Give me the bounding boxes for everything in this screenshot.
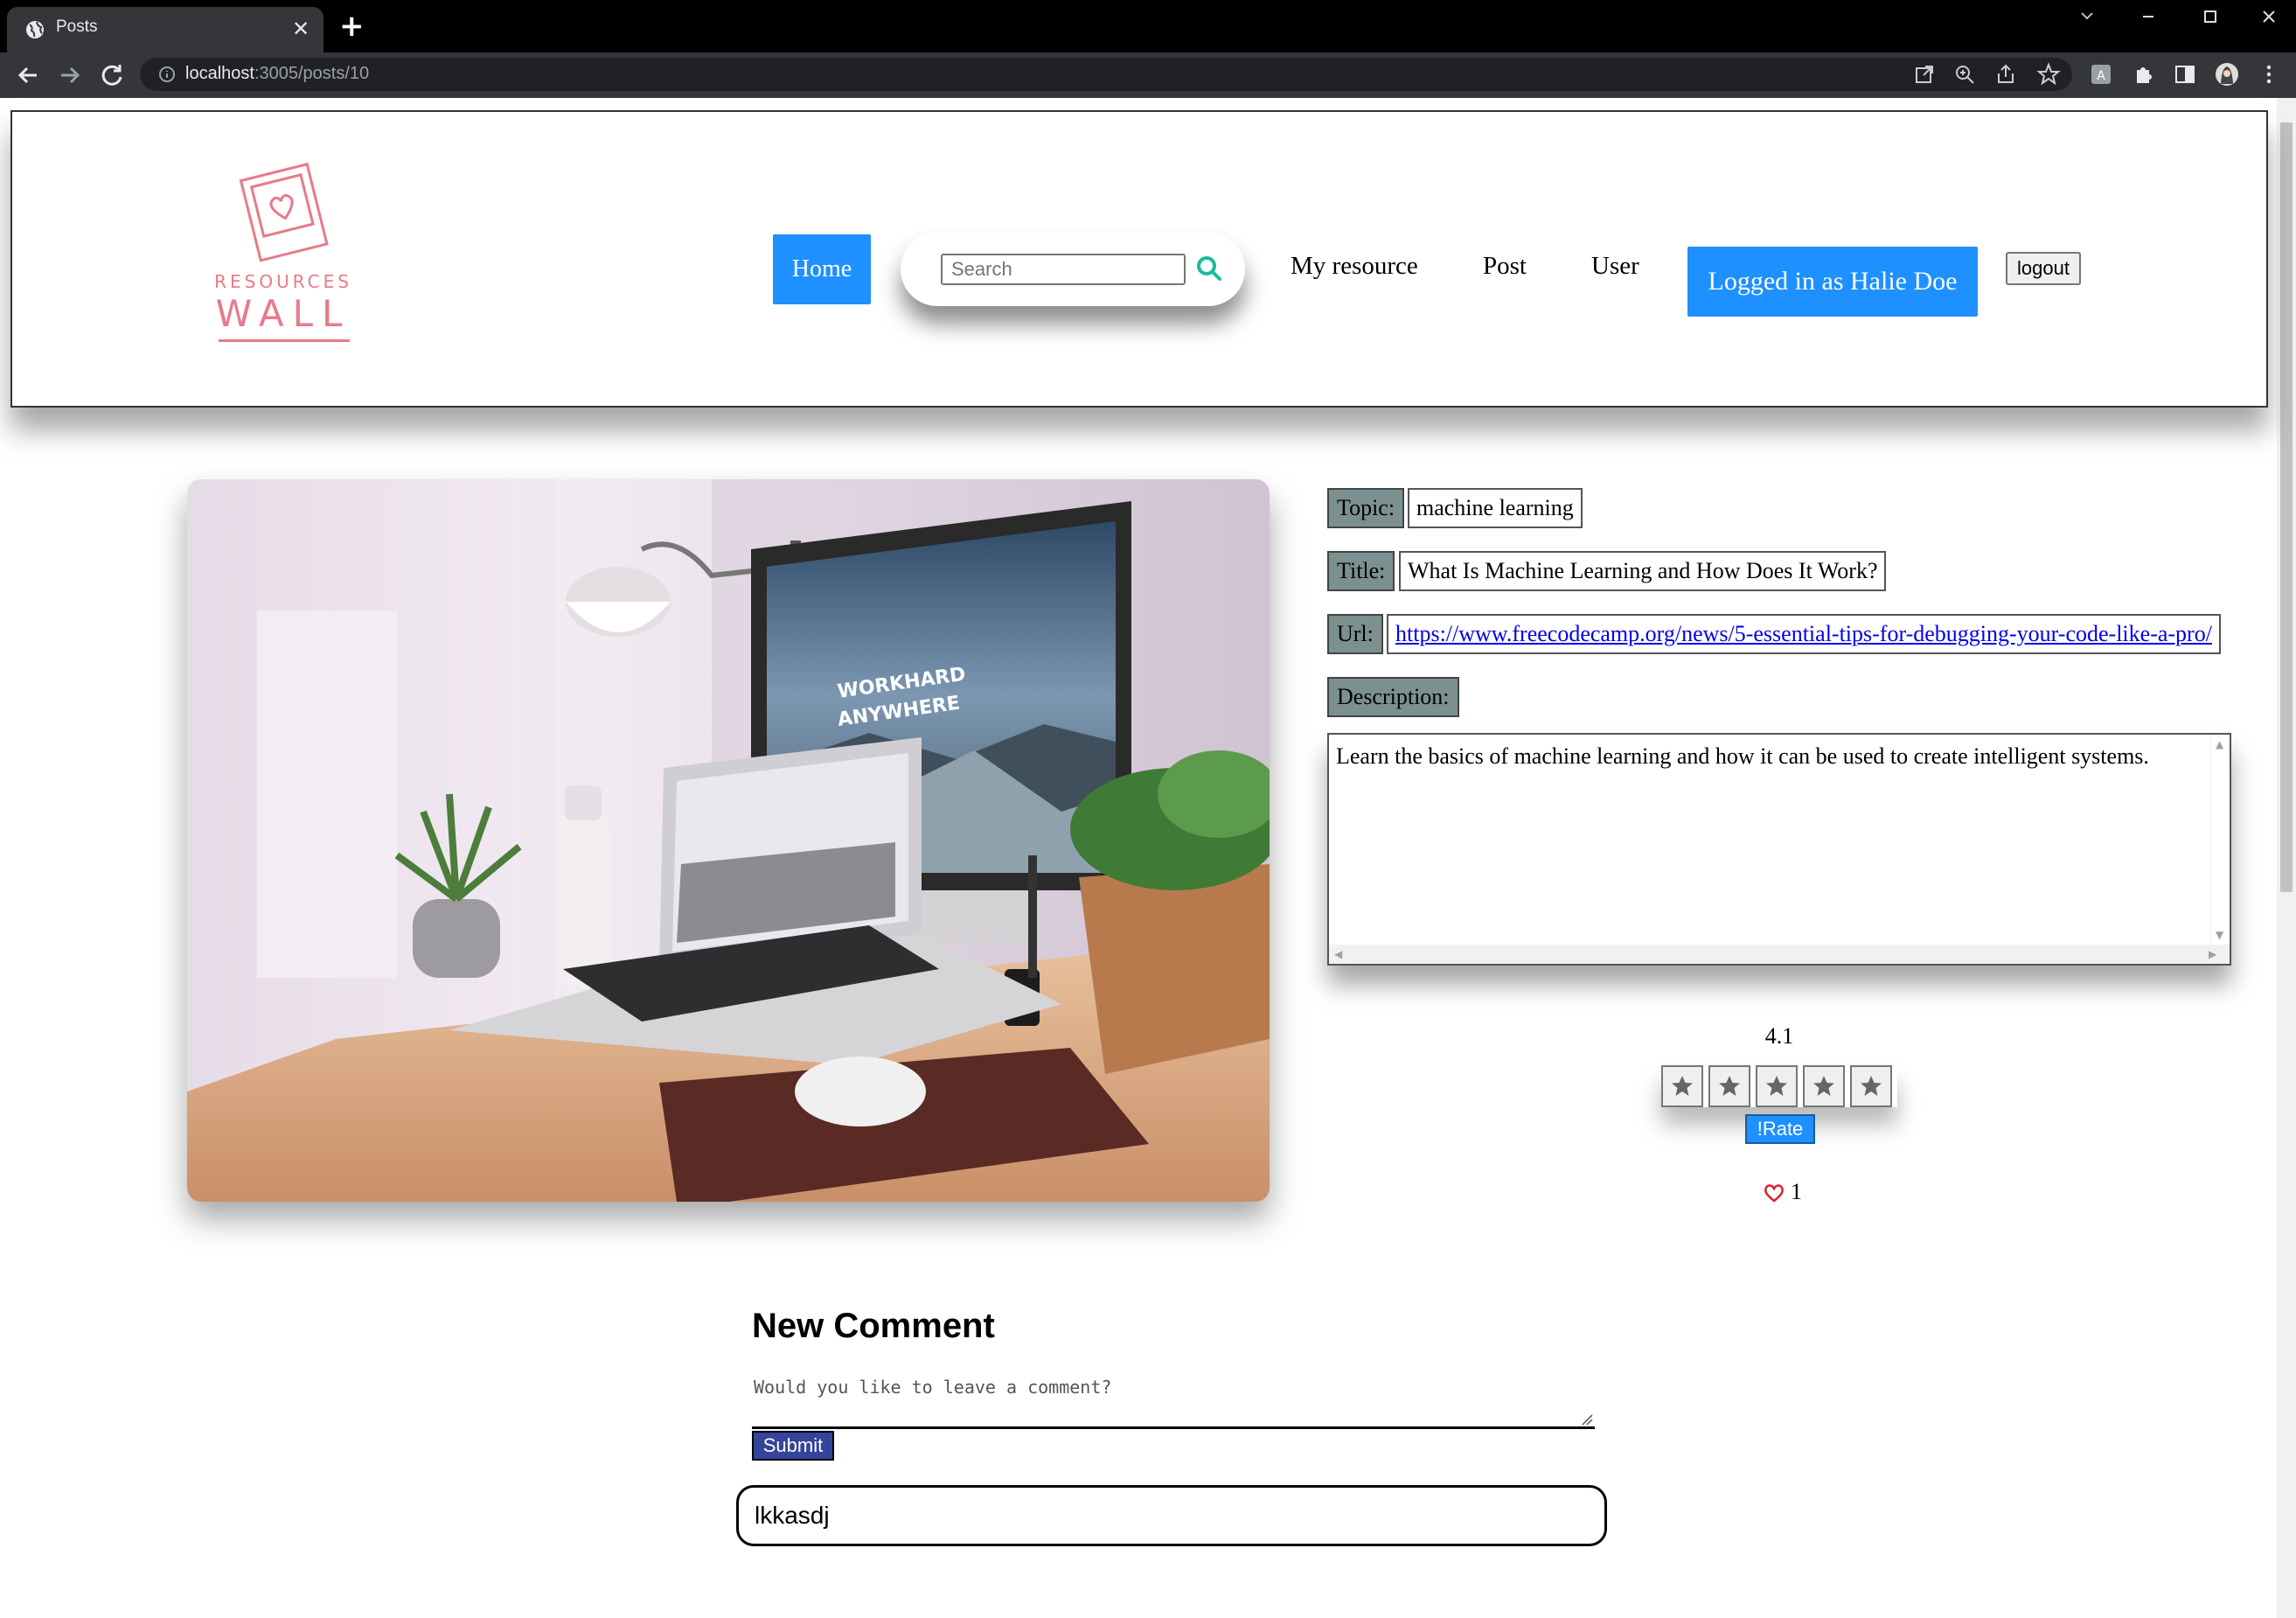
close-tab-icon[interactable]: ✕	[292, 16, 310, 42]
logo-frame-icon	[239, 162, 329, 262]
description-label: Description:	[1327, 677, 1459, 717]
workspace-photo: WORKHARD ANYWHERE	[187, 479, 1270, 1202]
scroll-right-icon[interactable]: ▶	[2209, 948, 2216, 960]
star-rating	[1661, 1065, 1897, 1107]
star-icon	[1719, 1076, 1740, 1096]
comment-textarea[interactable]	[752, 1370, 1595, 1429]
star-icon	[1672, 1076, 1693, 1096]
star-4-button[interactable]	[1803, 1065, 1845, 1107]
browser-tabstrip: Posts ✕ +	[0, 0, 2296, 52]
globe-icon	[26, 21, 44, 38]
url-label: Url:	[1327, 614, 1383, 654]
star-1-button[interactable]	[1661, 1065, 1703, 1107]
forward-icon[interactable]	[52, 58, 87, 93]
url-text: localhost:3005/posts/10	[185, 64, 370, 83]
logo-underline	[219, 339, 350, 342]
like-count: 1	[1791, 1179, 1802, 1204]
browser-tab[interactable]: Posts ✕	[7, 7, 324, 52]
star-icon	[1813, 1076, 1834, 1096]
scroll-down-icon[interactable]: ▼	[2216, 929, 2223, 941]
heart-icon[interactable]	[1763, 1182, 1785, 1203]
svg-text:A: A	[2097, 69, 2105, 83]
close-window-icon[interactable]	[2247, 3, 2291, 30]
avatar[interactable]	[2214, 61, 2240, 87]
page-scrollbar[interactable]	[2277, 98, 2296, 1618]
search-box	[901, 233, 1245, 306]
comment-item: lkkasdj	[736, 1485, 1607, 1546]
resize-grip-icon[interactable]	[1581, 1413, 1593, 1426]
url-value: https://www.freecodecamp.org/news/5-esse…	[1387, 614, 2221, 654]
description-horizontal-scrollbar[interactable]: ◀ ▶	[1329, 945, 2230, 964]
bookmark-star-icon[interactable]	[2035, 61, 2062, 87]
info-icon[interactable]	[157, 65, 177, 84]
maximize-icon[interactable]	[2188, 3, 2231, 30]
logout-button[interactable]: logout	[2006, 252, 2081, 285]
title-value: What Is Machine Learning and How Does It…	[1399, 551, 1887, 591]
back-icon[interactable]	[10, 58, 45, 93]
new-tab-icon[interactable]: +	[339, 9, 365, 44]
share-icon[interactable]	[1993, 61, 2020, 87]
title-label: Title:	[1327, 551, 1395, 591]
new-comment-heading: New Comment	[752, 1307, 995, 1345]
extension-icon[interactable]: A	[2088, 61, 2114, 87]
reload-icon[interactable]	[94, 58, 129, 93]
post-image: WORKHARD ANYWHERE	[187, 479, 1270, 1202]
description-vertical-scrollbar[interactable]: ▲ ▼	[2210, 735, 2230, 946]
scroll-up-icon[interactable]: ▲	[2216, 738, 2223, 750]
zoom-icon[interactable]	[1952, 61, 1978, 87]
tab-search-icon[interactable]	[2065, 3, 2109, 30]
home-button[interactable]: Home	[773, 234, 871, 304]
logo-subtitle: RESOURCES	[214, 271, 352, 292]
tab-title: Posts	[56, 17, 98, 36]
star-icon	[1766, 1076, 1787, 1096]
resource-url-link[interactable]: https://www.freecodecamp.org/news/5-esse…	[1395, 621, 2212, 647]
submit-comment-button[interactable]: Submit	[752, 1431, 834, 1461]
star-2-button[interactable]	[1708, 1065, 1750, 1107]
address-bar[interactable]: localhost:3005/posts/10	[140, 58, 2072, 91]
nav-user[interactable]: User	[1591, 252, 1639, 281]
scrollbar-thumb[interactable]	[2280, 122, 2293, 892]
topic-label: Topic:	[1327, 488, 1405, 528]
description-textarea[interactable]: Learn the basics of machine learning and…	[1327, 733, 2231, 966]
star-3-button[interactable]	[1756, 1065, 1798, 1107]
open-in-app-icon[interactable]	[1911, 61, 1938, 87]
scroll-left-icon[interactable]: ◀	[1334, 948, 1342, 960]
star-icon	[1861, 1076, 1882, 1096]
logo[interactable]: RESOURCES WALL	[205, 152, 362, 345]
nav-my-resource[interactable]: My resource	[1291, 252, 1418, 281]
description-text: Learn the basics of machine learning and…	[1336, 743, 2149, 769]
side-panel-icon[interactable]	[2172, 61, 2198, 87]
logo-title: WALL	[215, 292, 351, 335]
search-icon[interactable]	[1193, 252, 1226, 285]
star-5-button[interactable]	[1850, 1065, 1892, 1107]
nav-post[interactable]: Post	[1483, 252, 1527, 281]
site-header: RESOURCES WALL Home My resource Post Use…	[10, 110, 2268, 408]
minimize-icon[interactable]	[2126, 3, 2170, 30]
search-input[interactable]	[941, 254, 1186, 285]
rate-button[interactable]: !Rate	[1745, 1114, 1815, 1144]
logged-in-button[interactable]: Logged in as Halie Doe	[1687, 247, 1978, 317]
menu-kebab-icon[interactable]	[2256, 61, 2282, 87]
topic-value: machine learning	[1408, 488, 1583, 528]
puzzle-icon[interactable]	[2130, 61, 2156, 87]
average-rating: 4.1	[1764, 1023, 1794, 1049]
